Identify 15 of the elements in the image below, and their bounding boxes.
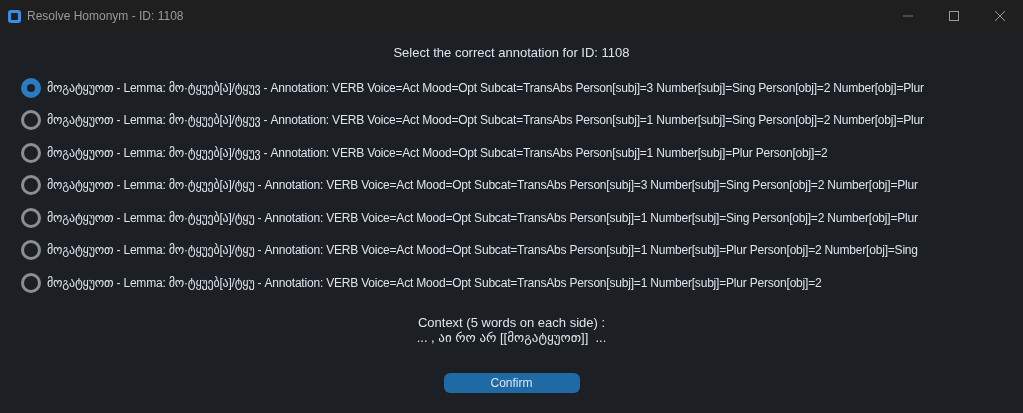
close-icon: [995, 11, 1005, 21]
annotation-radio-option[interactable]: მოგატყუოთ - Lemma: მო·ტყუებ[ა]/ტყუ - Annotation: VERB Voice=Act Mood=Opt Subcat=TransAbs Person[subj]=1 Number[subj]=Sing Person[obj]=2 Number[obj]=Plur: [21, 205, 1023, 230]
dialog-heading: Select the correct annotation for ID: 1108: [393, 44, 630, 62]
window-title: Resolve Homonym - ID: 1108: [27, 8, 184, 25]
annotation-radio-option[interactable]: მოგატყუოთ - Lemma: მო·ტყუებ[ა]/ტყუვ - Annotation: VERB Voice=Act Mood=Opt Subcat=TransAbs Person[subj]=1 Number[subj]=Plur Person[obj]=2: [21, 140, 1023, 165]
annotation-radio-option[interactable]: მოგატყუოთ - Lemma: მო·ტყუებ[ა]/ტყუვ - Annotation: VERB Voice=Act Mood=Opt Subcat=TransAbs Person[subj]=1 Number[subj]=Sing Person[obj]=2 Number[obj]=Plur: [21, 108, 1023, 132]
annotation-radio-option[interactable]: მოგატყუოთ - Lemma: მო·ტყუებ[ა]/ტყუ - Annotation: VERB Voice=Act Mood=Opt Subcat=TransAbs Person[subj]=3 Number[subj]=Sing Person[obj]=2 Number[obj]=Plur: [21, 173, 1023, 197]
app-icon: [8, 9, 21, 23]
annotation-radio-option[interactable]: მოგატყუოთ - Lemma: მო·ტყუებ[ა]/ტყუ - Annotation: VERB Voice=Act Mood=Opt Subcat=TransAbs Person[subj]=1 Number[subj]=Plur Person[obj]=2 Number[obj]=Sing: [21, 238, 1023, 262]
maximize-icon: [949, 11, 959, 21]
annotation-radio-option[interactable]: მოგატყუოთ - Lemma: მო·ტყუებ[ა]/ტყუ - Annotation: VERB Voice=Act Mood=Opt Subcat=TransAbs Person[subj]=1 Number[subj]=Plur Person[obj]=2: [21, 270, 1023, 295]
context-title: Context (5 words on each side) :: [417, 314, 606, 330]
annotation-radio-option[interactable]: მოგატყუოთ - Lemma: მო·ტყუებ[ა]/ტყუვ - Annotation: VERB Voice=Act Mood=Opt Subcat=TransAbs Person[subj]=3 Number[subj]=Sing Person[obj]=2 Number[obj]=Plur: [21, 75, 1023, 100]
context-text: ... , აი რო არ [[მოგატყუოთ]] ...: [416, 329, 607, 345]
confirm-button[interactable]: Confirm: [443, 372, 580, 393]
